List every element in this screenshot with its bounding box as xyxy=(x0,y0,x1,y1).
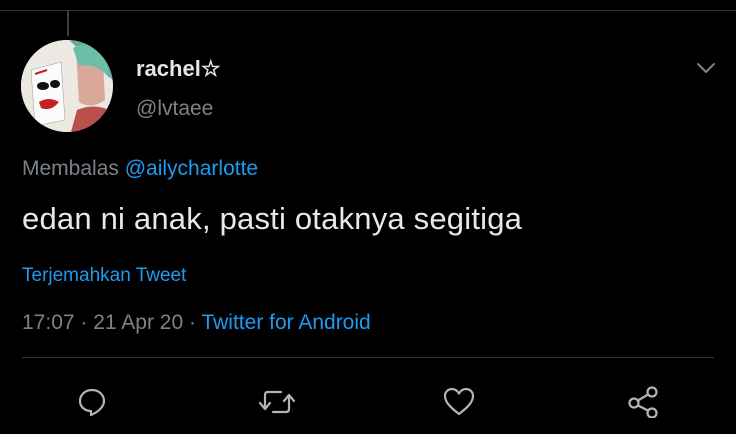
reply-icon[interactable] xyxy=(74,384,110,420)
thread-line xyxy=(67,10,69,36)
like-icon[interactable] xyxy=(441,384,477,420)
tweet-meta: 17:07 · 21 Apr 20 · Twitter for Android xyxy=(22,311,371,335)
actions-divider xyxy=(22,357,714,358)
reply-context: Membalas @ailycharlotte xyxy=(22,157,258,181)
chevron-down-icon[interactable] xyxy=(694,56,718,80)
top-divider xyxy=(0,10,736,11)
translate-link[interactable]: Terjemahkan Tweet xyxy=(22,265,186,287)
avatar[interactable] xyxy=(21,40,113,132)
meta-separator: · xyxy=(189,311,196,334)
tweet-time[interactable]: 17:07 xyxy=(22,311,75,334)
meta-separator: · xyxy=(80,311,88,334)
reply-prefix: Membalas xyxy=(22,157,119,180)
avatar-image xyxy=(21,40,113,132)
reply-mention-link[interactable]: @ailycharlotte xyxy=(125,157,258,180)
action-bar xyxy=(0,384,736,420)
tweet-date[interactable]: 21 Apr 20 xyxy=(93,311,183,334)
display-name[interactable]: rachel☆ xyxy=(136,56,221,82)
user-handle[interactable]: @lvtaee xyxy=(136,97,213,121)
share-icon[interactable] xyxy=(625,384,661,420)
retweet-icon[interactable] xyxy=(259,384,295,420)
tweet-text: edan ni anak, pasti otaknya segitiga xyxy=(22,201,523,236)
client-link[interactable]: Twitter for Android xyxy=(201,311,370,334)
